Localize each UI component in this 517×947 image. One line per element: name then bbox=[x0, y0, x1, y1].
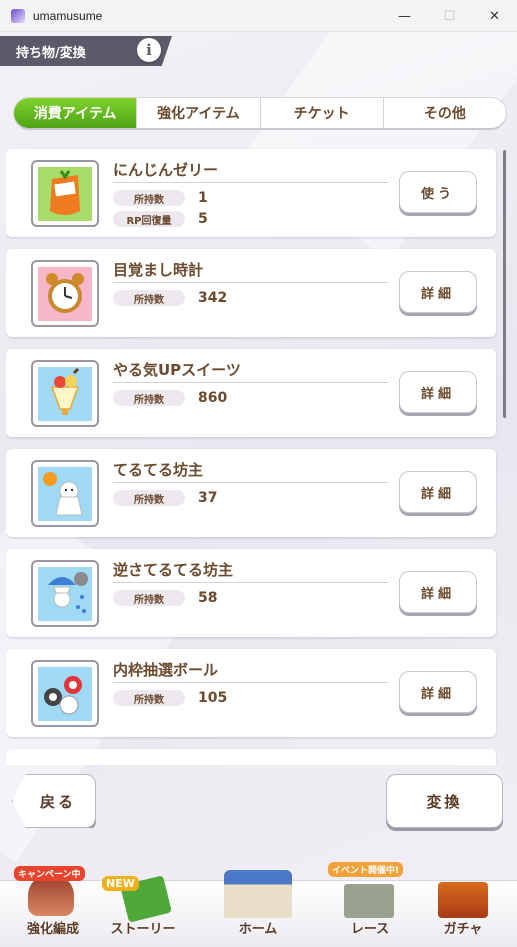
item-name: 内枠抽選ボール bbox=[113, 661, 219, 679]
list-item: てるてる坊主 所持数 37 詳細 bbox=[6, 449, 496, 537]
list-item: 内枠抽選ボール 所持数 105 詳細 bbox=[6, 649, 496, 737]
item-stat: 所持数 1 bbox=[113, 189, 208, 207]
teru-teru-bozu-icon bbox=[38, 466, 92, 521]
scrollbar-thumb[interactable] bbox=[503, 150, 506, 418]
close-button[interactable]: ✕ bbox=[472, 0, 517, 32]
item-stat: 所持数 58 bbox=[113, 589, 217, 607]
game-screen: 持ち物/変換 i 消費アイテム 強化アイテム チケット その他 にんじんゼリー … bbox=[0, 32, 517, 947]
stat-value: 58 bbox=[198, 590, 218, 606]
window-title: umamusume bbox=[33, 8, 103, 23]
new-badge: NEW bbox=[102, 876, 139, 891]
stat-value: 37 bbox=[198, 490, 218, 506]
bottom-nav: キャンペーン中 強化編成 NEW ストーリー ホーム イベント開催中! レース … bbox=[0, 860, 517, 947]
stat-value: 1 bbox=[198, 190, 208, 206]
lottery-balls-icon bbox=[38, 666, 92, 721]
window-titlebar: umamusume — ☐ ✕ bbox=[0, 0, 517, 32]
tab-other[interactable]: その他 bbox=[382, 98, 506, 128]
upside-down-teru-teru-bozu-icon bbox=[38, 566, 92, 621]
divider bbox=[113, 682, 388, 683]
nav-item-race[interactable]: イベント開催中! レース bbox=[328, 860, 412, 947]
list-scrollbar[interactable] bbox=[503, 150, 506, 765]
list-item: 逆さてるてる坊主 所持数 58 詳細 bbox=[6, 549, 496, 637]
item-stat: 所持数 860 bbox=[113, 389, 227, 407]
nav-item-gacha[interactable]: ガチャ bbox=[418, 860, 508, 947]
details-button[interactable]: 詳細 bbox=[399, 471, 477, 513]
stat-label: 所持数 bbox=[113, 390, 185, 406]
back-button[interactable]: 戻る bbox=[12, 774, 96, 828]
stat-label: 所持数 bbox=[113, 290, 185, 306]
tab-tickets[interactable]: チケット bbox=[259, 98, 383, 128]
tab-enhancement[interactable]: 強化アイテム bbox=[136, 98, 259, 128]
item-stat: 所持数 105 bbox=[113, 689, 227, 707]
minimize-button[interactable]: — bbox=[382, 0, 427, 32]
stat-value: 860 bbox=[198, 390, 228, 406]
nav-label: 強化編成 bbox=[26, 922, 79, 937]
category-tabs: 消費アイテム 強化アイテム チケット その他 bbox=[14, 98, 506, 128]
item-name: 逆さてるてる坊主 bbox=[113, 561, 234, 579]
divider bbox=[113, 582, 388, 583]
item-list[interactable]: にんじんゼリー 所持数 1 RP回復量 5 使う 目覚まし時計 所持数 342 … bbox=[6, 140, 506, 765]
nav-item-story[interactable]: NEW ストーリー bbox=[98, 860, 188, 947]
item-thumbnail bbox=[31, 660, 99, 727]
item-thumbnail bbox=[31, 560, 99, 627]
nav-item-home[interactable]: ホーム bbox=[196, 860, 320, 947]
event-badge: イベント開催中! bbox=[328, 862, 404, 877]
nav-label: ガチャ bbox=[443, 922, 483, 937]
stat-label: 所持数 bbox=[113, 590, 185, 606]
info-button[interactable]: i bbox=[137, 38, 161, 62]
list-item-partial bbox=[6, 749, 496, 765]
item-stat: RP回復量 5 bbox=[113, 210, 208, 228]
item-thumbnail bbox=[31, 260, 99, 327]
item-name: 目覚まし時計 bbox=[113, 261, 204, 279]
details-button[interactable]: 詳細 bbox=[399, 371, 477, 413]
home-building-icon bbox=[224, 870, 292, 918]
list-item: 目覚まし時計 所持数 342 詳細 bbox=[6, 249, 496, 337]
race-gate-icon bbox=[344, 884, 394, 918]
item-thumbnail bbox=[31, 460, 99, 527]
item-name: てるてる坊主 bbox=[113, 461, 204, 479]
item-name: にんじんゼリー bbox=[113, 161, 219, 179]
item-thumbnail bbox=[31, 360, 99, 427]
carrot-jelly-icon bbox=[38, 166, 92, 221]
campaign-badge: キャンペーン中 bbox=[14, 866, 85, 881]
item-stat: 所持数 342 bbox=[113, 289, 227, 307]
stat-label: RP回復量 bbox=[113, 211, 185, 227]
nav-label: ストーリー bbox=[110, 922, 176, 937]
item-stat: 所持数 37 bbox=[113, 489, 217, 507]
use-button[interactable]: 使う bbox=[399, 171, 477, 213]
list-item: やる気UPスイーツ 所持数 860 詳細 bbox=[6, 349, 496, 437]
item-thumbnail bbox=[31, 160, 99, 227]
tab-consumables[interactable]: 消費アイテム bbox=[14, 98, 137, 128]
details-button[interactable]: 詳細 bbox=[399, 671, 477, 713]
stat-value: 5 bbox=[198, 211, 208, 227]
nav-label: ホーム bbox=[238, 922, 278, 937]
nav-label: レース bbox=[350, 922, 390, 937]
stat-value: 105 bbox=[198, 690, 228, 706]
stat-label: 所持数 bbox=[113, 490, 185, 506]
details-button[interactable]: 詳細 bbox=[399, 571, 477, 613]
list-item: にんじんゼリー 所持数 1 RP回復量 5 使う bbox=[6, 149, 496, 237]
nav-item-enhance[interactable]: キャンペーン中 強化編成 bbox=[8, 860, 98, 947]
divider bbox=[113, 482, 388, 483]
details-button[interactable]: 詳細 bbox=[399, 271, 477, 313]
window-controls: — ☐ ✕ bbox=[382, 0, 517, 32]
alarm-clock-icon bbox=[38, 266, 92, 321]
divider bbox=[113, 382, 388, 383]
divider bbox=[113, 282, 388, 283]
stat-label: 所持数 bbox=[113, 690, 185, 706]
app-icon bbox=[11, 8, 25, 23]
page-title: 持ち物/変換 bbox=[16, 45, 86, 61]
maximize-button[interactable]: ☐ bbox=[427, 0, 472, 32]
gacha-gate-icon bbox=[438, 882, 488, 918]
stat-value: 342 bbox=[198, 290, 228, 306]
convert-button[interactable]: 変換 bbox=[386, 774, 503, 828]
divider bbox=[113, 182, 388, 183]
stat-label: 所持数 bbox=[113, 190, 185, 206]
parfait-icon bbox=[38, 366, 92, 421]
item-name: やる気UPスイーツ bbox=[113, 361, 241, 379]
